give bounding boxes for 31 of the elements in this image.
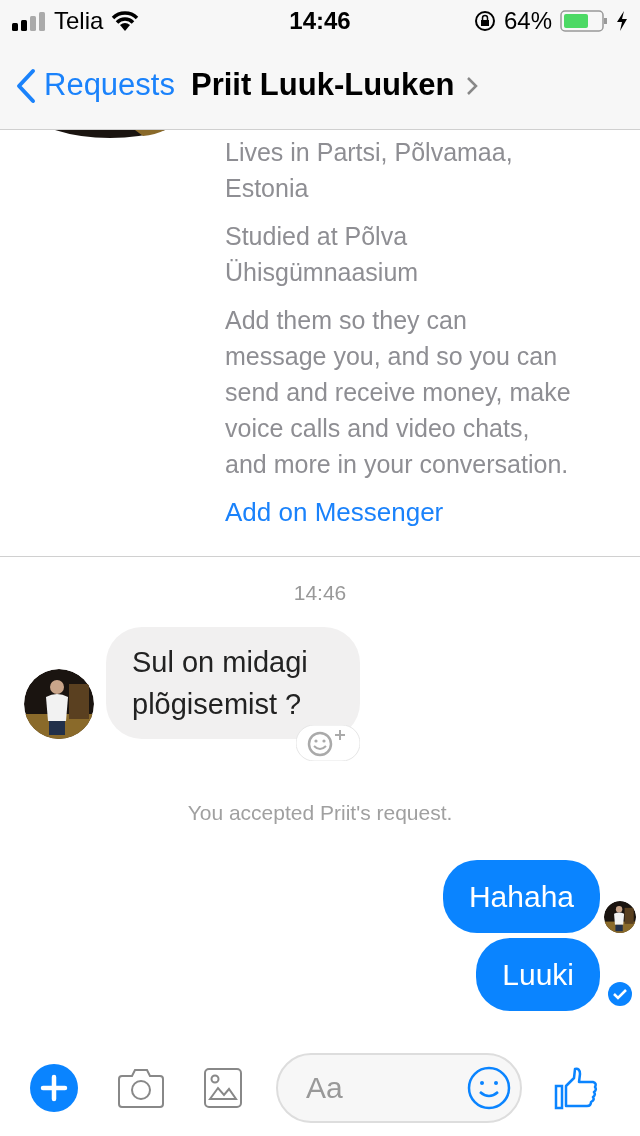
message-field[interactable]: Aa bbox=[276, 1053, 522, 1123]
system-notice: You accepted Priit's request. bbox=[187, 799, 453, 826]
clock-time: 14:46 bbox=[289, 6, 351, 36]
rotation-lock-icon bbox=[473, 10, 496, 32]
battery-percent: 64% bbox=[503, 6, 552, 36]
thumbs-up-icon[interactable] bbox=[554, 1066, 598, 1110]
timestamp: 14:46 bbox=[293, 580, 347, 606]
profile-detail: Add them so they can message you, and so you can send and receive money, make voice calls and video chats, and more in your conversation. bbox=[225, 305, 571, 480]
seen-avatar bbox=[604, 901, 636, 933]
add-on-messenger-link[interactable]: Add on Messenger bbox=[225, 494, 444, 530]
back-chevron-icon bbox=[16, 67, 36, 104]
signal-icon bbox=[12, 11, 46, 31]
add-reaction-icon[interactable] bbox=[296, 724, 360, 761]
profile-detail: Studied at Põlva Ühisgümnaasium bbox=[225, 221, 419, 288]
back-button[interactable]: Requests bbox=[16, 62, 175, 109]
camera-icon[interactable] bbox=[118, 1068, 164, 1108]
chevron-icon bbox=[466, 75, 479, 96]
contact-name[interactable]: Priit Luuk-Luuken bbox=[190, 62, 479, 109]
delivered-check-icon bbox=[607, 981, 633, 1007]
profile-detail: Lives in Partsi, Põlvamaa, Estonia bbox=[225, 137, 513, 204]
incoming-message: Sul on midagi plõgisemist ? bbox=[106, 626, 360, 739]
image-icon[interactable] bbox=[204, 1068, 242, 1108]
carrier-name: Telia bbox=[54, 6, 104, 36]
wifi-icon bbox=[111, 11, 140, 31]
avatar bbox=[24, 668, 94, 739]
emoji-icon[interactable] bbox=[467, 1066, 511, 1110]
battery-icon bbox=[560, 10, 608, 32]
outgoing-message: Luuki bbox=[476, 938, 600, 1011]
charging-icon bbox=[616, 11, 628, 31]
plus-button[interactable] bbox=[30, 1064, 78, 1112]
outgoing-message: Hahaha bbox=[442, 860, 600, 933]
